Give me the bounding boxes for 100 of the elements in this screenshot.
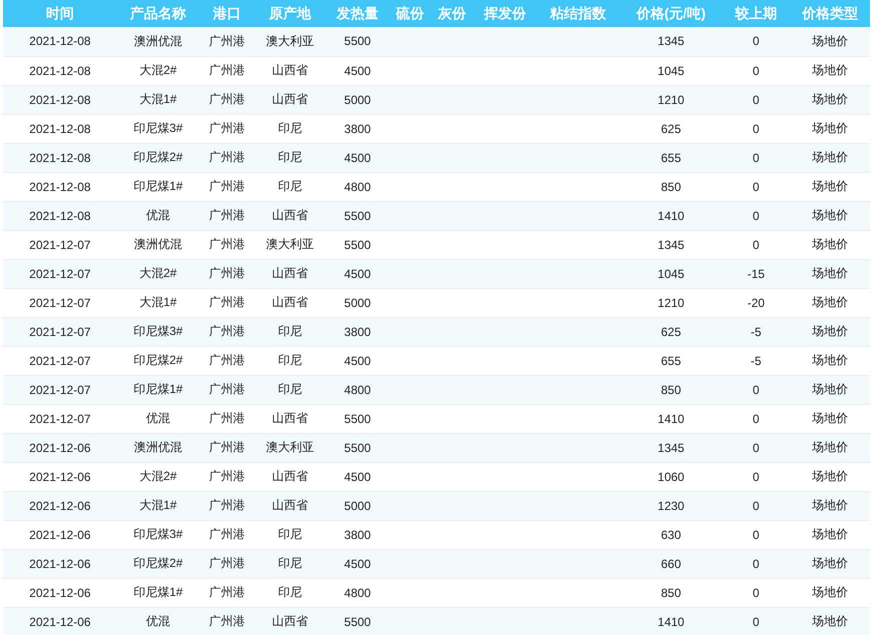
table-cell: 澳洲优混 [134, 237, 182, 251]
table-cell: 1210 [658, 92, 684, 106]
table-cell: 印尼 [278, 382, 302, 396]
table-cell: 0 [752, 614, 760, 628]
table-cell: 场地价 [812, 295, 848, 309]
table-cell: 广州港 [209, 179, 245, 193]
table-cell: -20 [747, 296, 765, 310]
table-cell: 2021-12-07 [29, 354, 91, 368]
table-cell: 1060 [658, 470, 684, 484]
table-cell: 场地价 [812, 63, 848, 77]
table-cell: 广州港 [209, 440, 245, 454]
table-cell: 印尼 [278, 585, 302, 599]
table-cell: 澳洲优混 [134, 440, 182, 454]
table-cell: 场地价 [812, 614, 848, 628]
table-cell: 850 [660, 586, 682, 600]
table-cell: 广州港 [209, 556, 245, 570]
table-cell: 4500 [344, 266, 371, 280]
table-cell: 2021-12-06 [29, 498, 91, 512]
column-header: 原产地 [269, 4, 311, 20]
table-cell: 场地价 [812, 556, 848, 570]
table-cell: 场地价 [812, 266, 848, 280]
table-cell: 0 [752, 470, 760, 484]
table-cell: 广州港 [209, 498, 245, 512]
table-cell: 2021-12-08 [29, 64, 91, 78]
table-cell: 大混1# [139, 498, 177, 512]
table-cell: 2021-12-07 [29, 238, 91, 252]
table-cell: 5500 [344, 238, 371, 252]
table-cell: 场地价 [812, 150, 848, 164]
column-header: 港口 [213, 4, 241, 20]
table-cell: 印尼煤2# [133, 353, 183, 367]
table-cell: 场地价 [812, 353, 848, 367]
table-cell: 广州港 [209, 63, 245, 77]
table-cell: 山西省 [272, 63, 308, 77]
table-cell: 2021-12-08 [29, 34, 91, 48]
column-header: 价格类型 [802, 4, 858, 20]
table-cell: 655 [660, 150, 682, 164]
table-cell: 场地价 [812, 324, 848, 338]
table-cell: 4500 [344, 354, 371, 368]
table-cell: 印尼煤1# [133, 179, 183, 193]
column-header: 硫份 [396, 4, 424, 20]
table-cell: 850 [660, 180, 682, 194]
table-cell: 广州港 [209, 324, 245, 338]
table-cell: 山西省 [272, 295, 308, 309]
table-cell: 1210 [658, 296, 684, 310]
table-cell: 4500 [344, 150, 371, 164]
table-cell: 山西省 [272, 411, 308, 425]
table-cell: 大混1# [139, 295, 177, 309]
table-cell: 0 [752, 92, 760, 106]
table-cell: 印尼煤3# [133, 527, 183, 541]
table-cell: 澳大利亚 [266, 34, 314, 48]
table-cell: 0 [752, 122, 760, 136]
table-cell: 5500 [344, 34, 371, 48]
table-cell: 1230 [658, 498, 684, 512]
table-cell: -5 [750, 354, 762, 368]
table-cell: 广州港 [209, 92, 245, 106]
table-cell: 0 [752, 528, 760, 542]
table-cell: 印尼 [278, 121, 302, 135]
table-cell: 2021-12-08 [29, 122, 91, 136]
table-cell: 1345 [658, 238, 684, 252]
table-cell: 2021-12-07 [29, 266, 91, 280]
table-cell: 2021-12-07 [29, 382, 91, 396]
table-cell: 0 [752, 180, 760, 194]
table-cell: 优混 [146, 614, 170, 628]
table-cell: 印尼煤2# [133, 556, 183, 570]
table-cell: 2021-12-06 [29, 586, 91, 600]
table-cell: 5500 [344, 208, 371, 222]
table-cell: 场地价 [812, 382, 848, 396]
table-cell: 场地价 [812, 208, 848, 222]
table-cell: 4800 [344, 586, 371, 600]
table-cell: 场地价 [812, 440, 848, 454]
table-cell: 山西省 [272, 614, 308, 628]
table-cell: 印尼煤1# [133, 382, 183, 396]
table-cell: 2021-12-07 [29, 296, 91, 310]
table-cell: 5500 [344, 412, 371, 426]
column-header: 粘结指数 [550, 4, 606, 20]
table-cell: 山西省 [272, 498, 308, 512]
table-cell: 0 [752, 440, 760, 454]
table-cell: 山西省 [272, 469, 308, 483]
table-cell: 大混2# [139, 469, 177, 483]
table-cell: 广州港 [209, 150, 245, 164]
table-cell: 澳大利亚 [266, 440, 314, 454]
table-cell: 0 [752, 238, 760, 252]
table-cell: 场地价 [812, 237, 848, 251]
table-cell: 印尼 [278, 556, 302, 570]
table-cell: 1410 [658, 614, 684, 628]
table-cell: 0 [752, 150, 760, 164]
column-header: 时间 [46, 4, 74, 20]
table-cell: 广州港 [209, 266, 245, 280]
table-cell: 2021-12-06 [29, 528, 91, 542]
table-cell: 5000 [344, 92, 371, 106]
table-cell: 3800 [344, 324, 371, 338]
table-cell: 场地价 [812, 179, 848, 193]
table-cell: 山西省 [272, 92, 308, 106]
table-cell: 场地价 [812, 498, 848, 512]
table-cell: 印尼煤1# [133, 585, 183, 599]
column-header: 产品名称 [130, 4, 186, 20]
table-cell: 印尼 [278, 353, 302, 367]
table-cell: 2021-12-08 [29, 180, 91, 194]
table-cell: 625 [660, 324, 682, 338]
table-cell: 广州港 [209, 121, 245, 135]
